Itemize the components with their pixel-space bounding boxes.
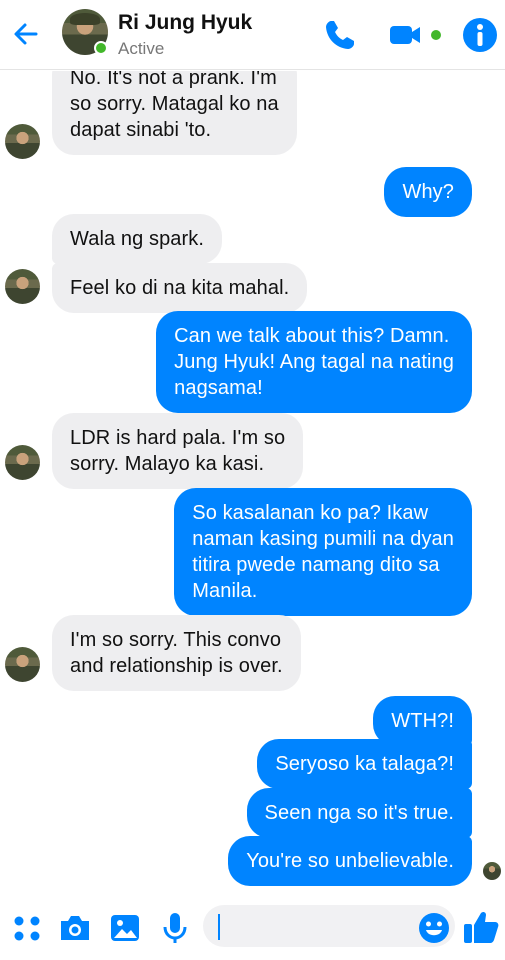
message-line: so sorry. Matagal ko na [70, 93, 279, 115]
active-status-dot [94, 41, 108, 55]
message-line: naman kasing pumili na dyan [192, 528, 454, 550]
sender-avatar[interactable] [5, 647, 40, 682]
message-line: nagsama! [174, 377, 263, 399]
message-line: and relationship is over. [70, 655, 283, 677]
info-icon[interactable] [462, 17, 498, 53]
incoming-message[interactable]: No. It's not a prank. I'm so sorry. Mata… [52, 71, 297, 155]
message-line: You're so unbelievable. [246, 850, 454, 872]
emoji-icon[interactable] [417, 911, 451, 945]
incoming-message[interactable]: Feel ko di na kita mahal. [52, 263, 308, 313]
incoming-message[interactable]: LDR is hard pala. I'm so sorry. Malayo k… [52, 413, 304, 489]
chat-header: Ri Jung Hyuk Active [0, 0, 505, 70]
sender-avatar[interactable] [5, 269, 40, 304]
phone-icon[interactable] [322, 17, 358, 53]
message-line: So kasalanan ko pa? Ikaw [192, 502, 429, 524]
back-arrow-icon[interactable] [12, 20, 40, 48]
gallery-icon[interactable] [108, 911, 142, 945]
camera-icon[interactable] [58, 911, 92, 945]
apps-icon[interactable] [10, 911, 44, 945]
message-line: Seryoso ka talaga?! [275, 753, 454, 775]
message-line: WTH?! [391, 710, 454, 732]
seen-indicator-avatar [483, 862, 501, 880]
video-call-icon[interactable] [388, 17, 448, 53]
message-composer [0, 895, 505, 960]
incoming-message[interactable]: I'm so sorry. This convo and relationshi… [52, 615, 301, 691]
message-line: No. It's not a prank. I'm [70, 71, 277, 89]
message-line: Jung Hyuk! Ang tagal na nating [174, 351, 454, 373]
message-line: I'm so sorry. This convo [70, 629, 282, 651]
message-thread[interactable]: No. It's not a prank. I'm so sorry. Mata… [0, 71, 505, 895]
message-line: Can we talk about this? Damn. [174, 325, 450, 347]
sender-avatar[interactable] [5, 124, 40, 159]
message-line: dapat sinabi 'to. [70, 119, 212, 141]
outgoing-message[interactable]: Why? [384, 167, 472, 217]
outgoing-message[interactable]: Seen nga so it's true. [246, 788, 472, 838]
message-line: Wala ng spark. [70, 228, 205, 250]
microphone-icon[interactable] [158, 911, 192, 945]
contact-status: Active [118, 39, 165, 58]
message-line: Feel ko di na kita mahal. [70, 277, 290, 299]
message-line: titira pwede namang dito sa [192, 554, 440, 576]
outgoing-message[interactable]: Can we talk about this? Damn. Jung Hyuk!… [156, 311, 472, 413]
outgoing-message[interactable]: You're so unbelievable. [228, 836, 472, 886]
text-cursor [218, 914, 220, 940]
message-line: Seen nga so it's true. [264, 802, 454, 824]
outgoing-message[interactable]: So kasalanan ko pa? Ikaw naman kasing pu… [174, 488, 472, 616]
message-line: Manila. [192, 580, 258, 602]
outgoing-message[interactable]: Seryoso ka talaga?! [257, 739, 472, 789]
sender-avatar[interactable] [5, 445, 40, 480]
contact-name[interactable]: Ri Jung Hyuk [118, 11, 252, 35]
message-line: Why? [402, 181, 454, 203]
incoming-message[interactable]: Wala ng spark. [52, 214, 223, 264]
like-icon[interactable] [462, 908, 500, 946]
message-line: sorry. Malayo ka kasi. [70, 453, 265, 475]
message-line: LDR is hard pala. I'm so [70, 427, 286, 449]
